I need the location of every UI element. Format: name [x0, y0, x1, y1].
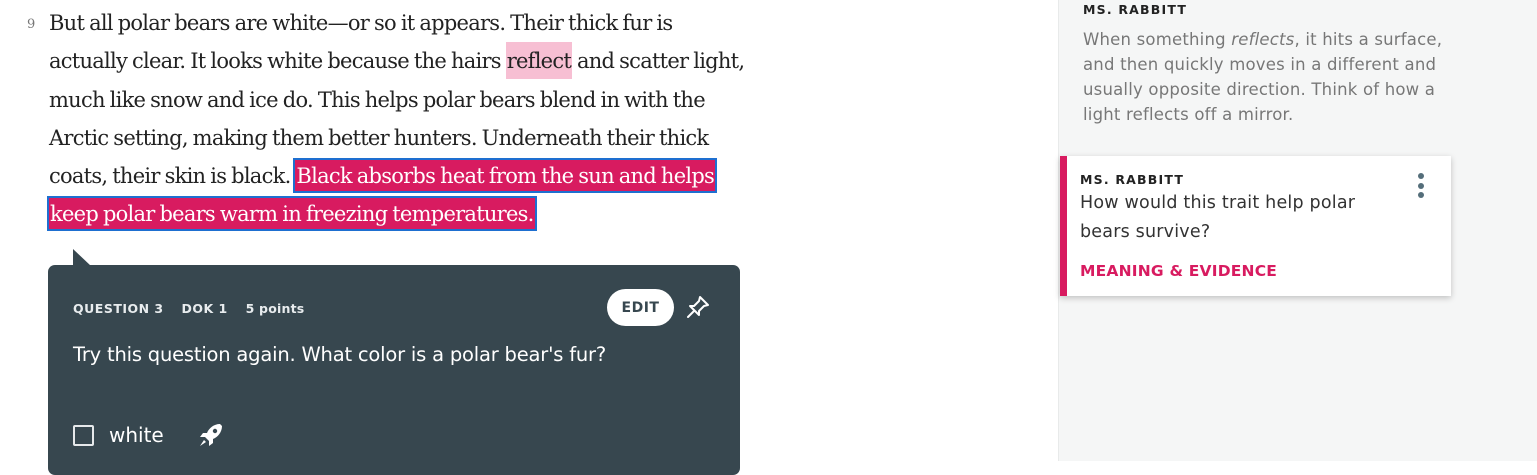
- reading-passage: 9 But all polar bears are white—or so it…: [0, 0, 1058, 475]
- paragraph-number: 9: [27, 17, 36, 32]
- note-body-emphasis: reflects: [1231, 30, 1295, 49]
- pin-icon[interactable]: [684, 293, 712, 321]
- notes-sidebar: MS. RABBITT When something reflects, it …: [1058, 0, 1537, 461]
- note-author: MS. RABBITT: [1083, 2, 1188, 17]
- question-card: QUESTION 3 DOK 1 5 points EDIT Try this …: [48, 265, 740, 475]
- note-tag[interactable]: MEANING & EVIDENCE: [1080, 262, 1277, 280]
- note-author: MS. RABBITT: [1080, 172, 1185, 187]
- question-text: Try this question again. What color is a…: [73, 343, 606, 366]
- kebab-menu-icon[interactable]: [1417, 173, 1425, 201]
- passage-paragraph[interactable]: But all polar bears are white—or so it a…: [46, 4, 749, 234]
- checkbox-icon[interactable]: [73, 424, 94, 446]
- note-definition[interactable]: MS. RABBITT When something reflects, it …: [1083, 2, 1463, 127]
- edit-button[interactable]: EDIT: [607, 289, 674, 326]
- note-question-card[interactable]: MS. RABBITT How would this trait help po…: [1060, 156, 1451, 296]
- highlighted-word-reflect[interactable]: reflect: [505, 42, 573, 80]
- rocket-icon[interactable]: [197, 421, 225, 449]
- question-number: QUESTION 3: [73, 301, 164, 316]
- note-body: When something reflects, it hits a surfa…: [1083, 27, 1463, 127]
- answer-option-label: white: [109, 423, 164, 447]
- question-points: 5 points: [245, 301, 305, 316]
- question-card-pointer: [73, 249, 91, 266]
- question-dok: DOK 1: [181, 301, 228, 316]
- question-meta: QUESTION 3 DOK 1 5 points: [73, 301, 317, 316]
- note-body: How would this trait help polar bears su…: [1080, 193, 1356, 242]
- answer-option[interactable]: white: [73, 423, 164, 447]
- note-body-text: When something: [1083, 30, 1232, 49]
